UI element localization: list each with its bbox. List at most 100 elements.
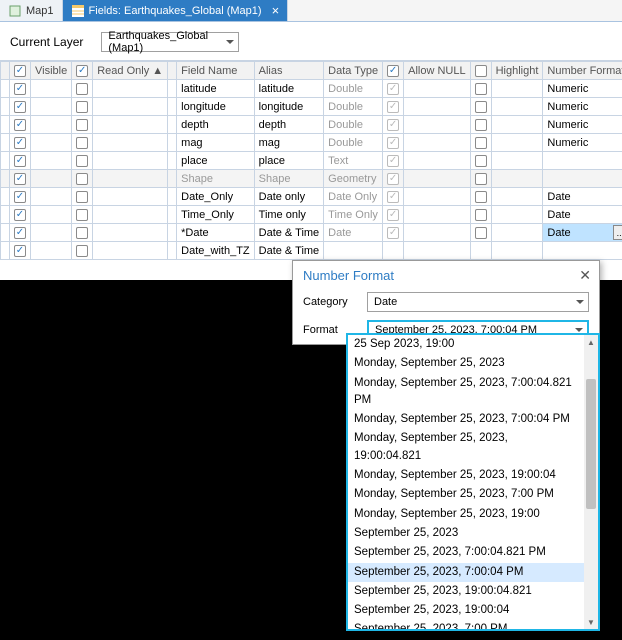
alias-cell[interactable]: place xyxy=(254,152,324,170)
visible-checkbox[interactable] xyxy=(10,224,31,242)
allownull-checkbox[interactable] xyxy=(383,152,404,170)
alias-cell[interactable]: longitude xyxy=(254,98,324,116)
table-row[interactable]: placeplaceText xyxy=(1,152,622,170)
col-allownull[interactable]: Allow NULL xyxy=(404,62,470,80)
dialog-close-icon[interactable]: ✕ xyxy=(579,267,591,284)
allownull-checkbox[interactable] xyxy=(383,170,404,188)
table-row[interactable]: latitudelatitudeDoubleNumeric xyxy=(1,80,622,98)
visible-checkbox-header[interactable] xyxy=(10,62,31,80)
alias-cell[interactable]: depth xyxy=(254,116,324,134)
format-option[interactable]: September 25, 2023 xyxy=(348,524,584,543)
format-option[interactable]: September 25, 2023, 19:00:04.821 xyxy=(348,582,584,601)
table-row[interactable]: Date_with_TZDate & Time xyxy=(1,242,622,260)
row-handle[interactable] xyxy=(1,116,10,134)
format-option[interactable]: Monday, September 25, 2023, 19:00:04 xyxy=(348,466,584,485)
row-handle[interactable] xyxy=(1,152,10,170)
format-option[interactable]: September 25, 2023, 7:00:04 PM xyxy=(348,563,584,582)
alias-cell[interactable]: Date only xyxy=(254,188,324,206)
col-numberformat[interactable]: Number Format xyxy=(543,62,622,80)
table-row[interactable]: ShapeShapeGeometry xyxy=(1,170,622,188)
field-name-cell[interactable]: mag xyxy=(177,134,254,152)
tab-map1[interactable]: Map1 xyxy=(0,0,63,21)
row-handle[interactable] xyxy=(1,80,10,98)
table-row[interactable]: depthdepthDoubleNumeric xyxy=(1,116,622,134)
current-layer-dropdown[interactable]: Earthquakes_Global (Map1) xyxy=(101,32,239,52)
format-option[interactable]: September 25, 2023, 7:00 PM xyxy=(348,620,584,629)
highlight-checkbox[interactable] xyxy=(470,80,491,98)
table-row[interactable]: magmagDoubleNumeric xyxy=(1,134,622,152)
numberformat-cell[interactable] xyxy=(543,152,622,170)
col-alias[interactable]: Alias xyxy=(254,62,324,80)
table-row[interactable]: Date_OnlyDate onlyDate Only Date xyxy=(1,188,622,206)
row-handle[interactable] xyxy=(1,188,10,206)
field-name-cell[interactable]: place xyxy=(177,152,254,170)
datatype-cell[interactable]: Text xyxy=(324,152,383,170)
tab-fields[interactable]: Fields: Earthquakes_Global (Map1) × xyxy=(63,0,289,21)
row-handle[interactable] xyxy=(1,98,10,116)
numberformat-cell[interactable]: Numeric xyxy=(543,98,622,116)
highlight-checkbox[interactable] xyxy=(470,206,491,224)
field-name-cell[interactable]: Date_with_TZ xyxy=(177,242,254,260)
datatype-cell[interactable]: Date xyxy=(324,224,383,242)
visible-checkbox[interactable] xyxy=(10,152,31,170)
readonly-checkbox[interactable] xyxy=(72,206,93,224)
allownull-checkbox[interactable] xyxy=(383,188,404,206)
highlight-checkbox[interactable] xyxy=(470,152,491,170)
highlight-checkbox[interactable] xyxy=(470,242,491,260)
field-name-cell[interactable]: longitude xyxy=(177,98,254,116)
col-visible[interactable]: Visible xyxy=(31,62,72,80)
scrollbar[interactable]: ▲ ▼ xyxy=(584,335,598,629)
allownull-checkbox[interactable] xyxy=(383,206,404,224)
category-dropdown[interactable]: Date xyxy=(367,292,589,312)
format-option[interactable]: Monday, September 25, 2023, 19:00:04.821 xyxy=(348,429,584,466)
format-option[interactable]: Monday, September 25, 2023, 7:00:04 PM xyxy=(348,410,584,429)
visible-checkbox[interactable] xyxy=(10,134,31,152)
datatype-cell[interactable]: Geometry xyxy=(324,170,383,188)
alias-cell[interactable]: mag xyxy=(254,134,324,152)
datatype-cell[interactable]: Double xyxy=(324,80,383,98)
datatype-cell[interactable] xyxy=(324,242,383,260)
readonly-checkbox[interactable] xyxy=(72,170,93,188)
readonly-checkbox[interactable] xyxy=(72,152,93,170)
visible-checkbox[interactable] xyxy=(10,188,31,206)
row-handle[interactable] xyxy=(1,206,10,224)
col-highlight[interactable]: Highlight xyxy=(491,62,543,80)
field-name-cell[interactable]: depth xyxy=(177,116,254,134)
visible-checkbox[interactable] xyxy=(10,170,31,188)
format-option[interactable]: Monday, September 25, 2023, 7:00 PM xyxy=(348,485,584,504)
allownull-checkbox-header[interactable] xyxy=(383,62,404,80)
highlight-checkbox[interactable] xyxy=(470,170,491,188)
table-row[interactable]: longitudelongitudeDoubleNumeric xyxy=(1,98,622,116)
numberformat-cell[interactable]: Numeric xyxy=(543,116,622,134)
field-name-cell[interactable]: latitude xyxy=(177,80,254,98)
highlight-checkbox[interactable] xyxy=(470,116,491,134)
format-dropdown-list[interactable]: 25 Sep 2023, 19:00Monday, September 25, … xyxy=(346,333,600,631)
readonly-checkbox[interactable] xyxy=(72,98,93,116)
readonly-checkbox[interactable] xyxy=(72,242,93,260)
readonly-checkbox[interactable] xyxy=(72,116,93,134)
readonly-checkbox[interactable] xyxy=(72,134,93,152)
field-name-cell[interactable]: Date_Only xyxy=(177,188,254,206)
numberformat-cell[interactable] xyxy=(543,242,622,260)
field-name-cell[interactable]: Time_Only xyxy=(177,206,254,224)
scroll-thumb[interactable] xyxy=(586,379,596,509)
allownull-checkbox[interactable] xyxy=(383,134,404,152)
allownull-checkbox[interactable] xyxy=(383,80,404,98)
allownull-checkbox[interactable] xyxy=(383,224,404,242)
table-row[interactable]: *DateDate & TimeDateDate... xyxy=(1,224,622,242)
visible-checkbox[interactable] xyxy=(10,242,31,260)
numberformat-cell[interactable]: Numeric xyxy=(543,134,622,152)
highlight-checkbox[interactable] xyxy=(470,98,491,116)
numberformat-cell[interactable]: Date xyxy=(543,188,622,206)
close-icon[interactable]: × xyxy=(272,3,280,18)
allownull-checkbox[interactable] xyxy=(383,242,404,260)
numberformat-cell[interactable]: Date xyxy=(543,206,622,224)
readonly-checkbox[interactable] xyxy=(72,80,93,98)
field-name-cell[interactable]: Shape xyxy=(177,170,254,188)
highlight-checkbox[interactable] xyxy=(470,188,491,206)
datatype-cell[interactable]: Double xyxy=(324,116,383,134)
scroll-up-icon[interactable]: ▲ xyxy=(584,335,598,349)
visible-checkbox[interactable] xyxy=(10,80,31,98)
datatype-cell[interactable]: Date Only xyxy=(324,188,383,206)
readonly-checkbox[interactable] xyxy=(72,224,93,242)
